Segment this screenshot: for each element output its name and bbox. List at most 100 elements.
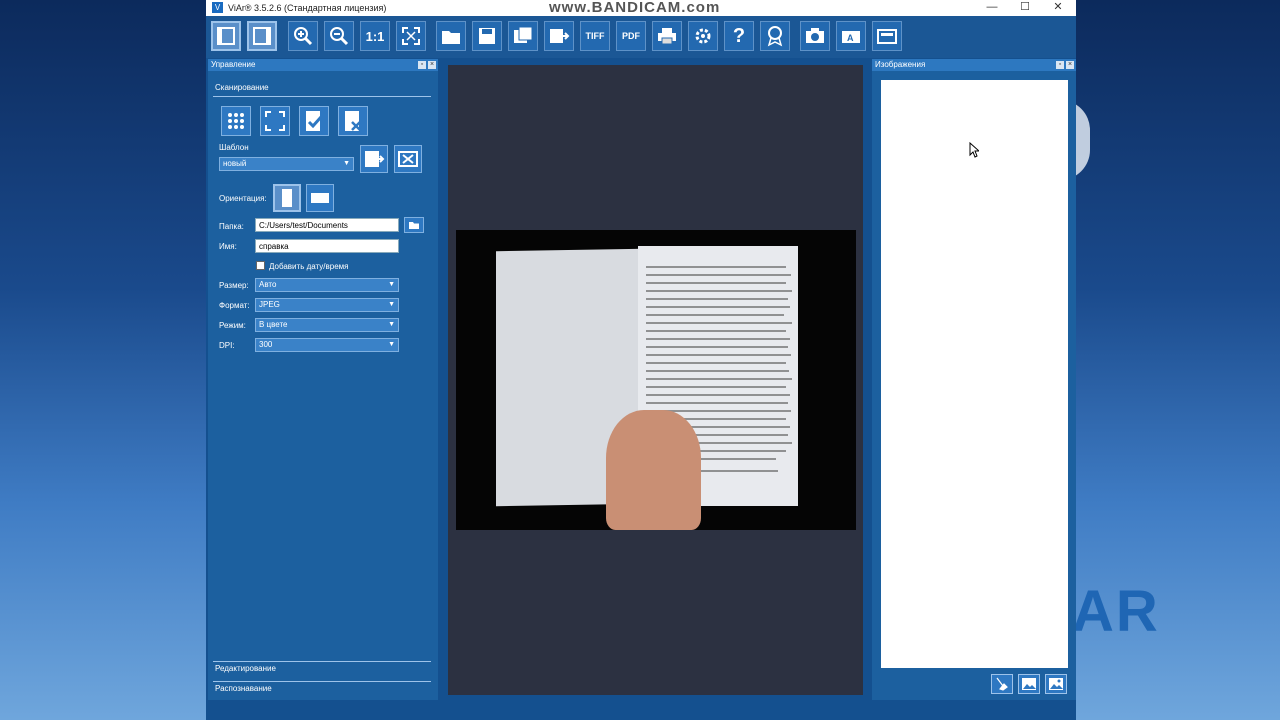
dpi-value: 300 xyxy=(259,340,273,349)
open-folder-button[interactable] xyxy=(436,21,466,51)
award-icon xyxy=(767,26,783,47)
save-tiff-button[interactable]: TIFF xyxy=(580,21,610,51)
hand-in-photo xyxy=(606,410,701,530)
add-date-checkbox[interactable] xyxy=(256,261,265,270)
scan-section-header[interactable]: Сканирование xyxy=(215,83,269,92)
save-button[interactable] xyxy=(472,21,502,51)
window-title: ViAr® 3.5.2.6 (Стандартная лицензия) xyxy=(228,3,387,13)
reject-page-button[interactable] xyxy=(338,106,368,136)
scanner-button[interactable] xyxy=(872,21,902,51)
watermark: www.BANDICAM.com xyxy=(549,0,721,16)
svg-text:A: A xyxy=(847,33,854,43)
panel-close-icon[interactable]: × xyxy=(1066,61,1074,69)
panel-undock-icon[interactable]: ▫ xyxy=(1056,61,1064,69)
delete-template-button[interactable] xyxy=(394,145,422,173)
control-panel: Управление ▫ × Сканирование Шаблон новый… xyxy=(208,59,438,700)
images-panel-header: Изображения ▫ × xyxy=(872,59,1076,71)
add-date-label: Добавить дату/время xyxy=(269,262,349,271)
zoom-in-icon xyxy=(294,27,313,46)
divider xyxy=(213,661,431,662)
browse-folder-button[interactable] xyxy=(404,217,424,233)
print-button[interactable] xyxy=(652,21,682,51)
portrait-button[interactable] xyxy=(273,184,301,212)
crop-area-button[interactable] xyxy=(260,106,290,136)
size-select[interactable]: Авто ▼ xyxy=(255,278,399,292)
app-window: V ViAr® 3.5.2.6 (Стандартная лицензия) w… xyxy=(206,0,1076,720)
images-panel-title: Изображения xyxy=(875,60,926,69)
toolbar: 1:1 TIFF PDF ? A xyxy=(206,16,1076,58)
grid-icon xyxy=(228,113,244,129)
save-pdf-button[interactable]: PDF xyxy=(616,21,646,51)
folder-label: Папка: xyxy=(219,222,244,231)
zoom-out-icon xyxy=(330,27,349,46)
save-as-button[interactable] xyxy=(544,21,574,51)
chevron-down-icon: ▼ xyxy=(343,160,350,167)
camera-preview-image xyxy=(456,230,856,530)
single-page-view-button[interactable] xyxy=(211,21,241,51)
settings-button[interactable] xyxy=(688,21,718,51)
desktop-logo: AR xyxy=(1072,579,1160,644)
dpi-select[interactable]: 300 ▼ xyxy=(255,338,399,352)
zoom-in-button[interactable] xyxy=(288,21,318,51)
maximize-button[interactable]: ☐ xyxy=(1009,0,1041,16)
mouse-cursor-icon xyxy=(969,142,979,158)
divider xyxy=(213,96,431,97)
images-list[interactable] xyxy=(881,80,1068,668)
accept-page-button[interactable] xyxy=(299,106,329,136)
minimize-button[interactable]: — xyxy=(976,0,1008,16)
landscape-button[interactable] xyxy=(306,184,334,212)
document-check-icon xyxy=(306,111,323,131)
fit-screen-button[interactable] xyxy=(396,21,426,51)
camera-button[interactable] xyxy=(800,21,830,51)
save-arrow-icon xyxy=(550,29,570,43)
folder-icon xyxy=(442,31,460,44)
zoom-out-button[interactable] xyxy=(324,21,354,51)
landscape-icon xyxy=(311,193,329,203)
document-x-icon xyxy=(345,111,361,131)
camera-text-icon: A xyxy=(842,31,860,43)
size-label: Размер: xyxy=(219,281,249,290)
ocr-camera-button[interactable]: A xyxy=(836,21,866,51)
panel-close-icon[interactable]: × xyxy=(428,61,436,69)
single-page-icon xyxy=(217,27,235,45)
mode-value: В цвете xyxy=(259,320,288,329)
control-panel-header: Управление ▫ × xyxy=(208,59,438,71)
chevron-down-icon: ▼ xyxy=(388,341,395,348)
chevron-down-icon: ▼ xyxy=(388,301,395,308)
delete-template-icon xyxy=(398,151,418,167)
divider xyxy=(213,681,431,682)
template-select[interactable]: новый ▼ xyxy=(219,157,354,171)
mode-select[interactable]: В цвете ▼ xyxy=(255,318,399,332)
orientation-label: Ориентация: xyxy=(219,194,267,203)
edit-section-header[interactable]: Редактирование xyxy=(215,664,276,673)
grid-button[interactable] xyxy=(221,106,251,136)
image-action-button[interactable] xyxy=(1018,674,1040,694)
image-icon xyxy=(1022,678,1036,690)
fit-screen-icon xyxy=(402,27,420,45)
format-select[interactable]: JPEG ▼ xyxy=(255,298,399,312)
image-icon xyxy=(1049,678,1063,690)
chevron-down-icon: ▼ xyxy=(388,321,395,328)
portrait-icon xyxy=(282,189,292,207)
folder-input[interactable]: C:/Users/test/Documents xyxy=(255,218,399,232)
two-page-view-button[interactable] xyxy=(247,21,277,51)
control-panel-title: Управление xyxy=(211,60,256,69)
save-all-button[interactable] xyxy=(508,21,538,51)
save-template-button[interactable] xyxy=(360,145,388,173)
license-button[interactable] xyxy=(760,21,790,51)
image-export-button[interactable] xyxy=(1045,674,1067,694)
printer-icon xyxy=(658,28,676,45)
preview-area[interactable] xyxy=(448,65,863,695)
folder-icon xyxy=(409,222,419,229)
name-input[interactable]: справка xyxy=(255,239,399,253)
app-icon: V xyxy=(212,2,223,13)
close-button[interactable]: ✕ xyxy=(1042,0,1074,16)
gear-icon xyxy=(695,28,711,44)
panel-undock-icon[interactable]: ▫ xyxy=(418,61,426,69)
recognition-section-header[interactable]: Распознавание xyxy=(215,684,272,693)
zoom-actual-button[interactable]: 1:1 xyxy=(360,21,390,51)
remove-image-button[interactable] xyxy=(991,674,1013,694)
crop-corners-icon xyxy=(265,111,285,131)
broom-icon xyxy=(996,677,1008,691)
help-button[interactable]: ? xyxy=(724,21,754,51)
